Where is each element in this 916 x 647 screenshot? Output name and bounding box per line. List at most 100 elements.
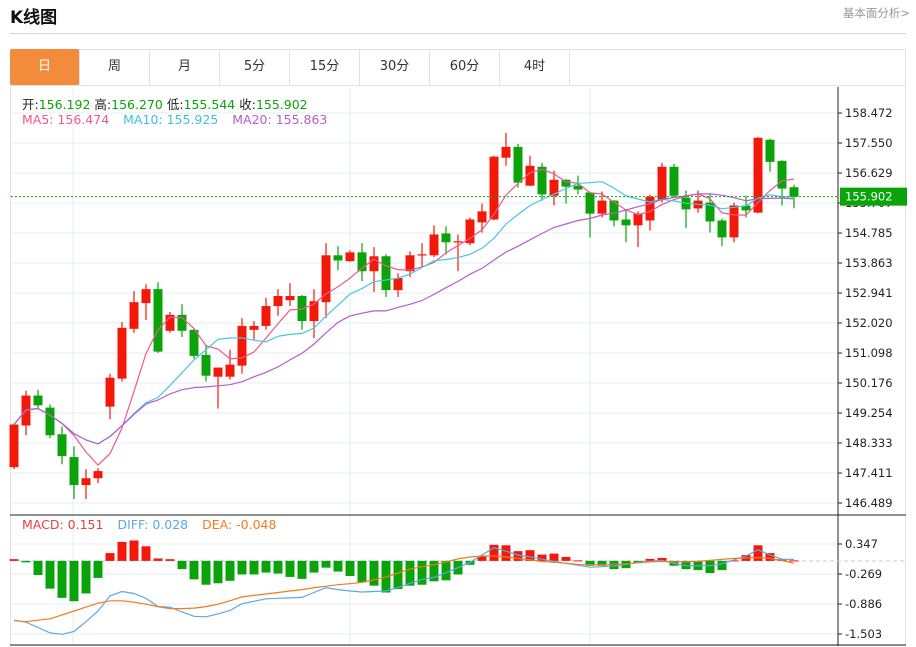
macd-bar [105, 553, 115, 561]
candle [633, 211, 643, 248]
candle [93, 468, 103, 484]
candle-body [321, 255, 331, 303]
macd-value: MACD: 0.151 [22, 517, 104, 532]
macd-bar [189, 560, 199, 580]
candle [465, 217, 475, 246]
macd-bar [93, 560, 103, 578]
candle-body [213, 367, 223, 377]
ma-readout: MA5: 156.474 MA10: 155.925 MA20: 155.863 [22, 112, 327, 127]
candle [105, 373, 115, 420]
macd-bar [333, 560, 343, 572]
macd-bar [309, 560, 319, 573]
candle-body [561, 179, 571, 187]
high-label: 高: [94, 97, 112, 112]
candle [141, 284, 151, 321]
candle-body [153, 289, 163, 352]
dea-value: DEA: -0.048 [202, 517, 277, 532]
candle [261, 297, 271, 330]
open-value: 156.192 [38, 97, 91, 112]
candle-body [9, 424, 19, 468]
candle [249, 321, 259, 340]
candle [501, 132, 511, 166]
y-tick-label: 147.411 [845, 466, 893, 480]
candle-body [105, 377, 115, 407]
macd-bar [69, 560, 79, 602]
macd-bar [789, 560, 799, 562]
close-label: 收: [239, 97, 256, 112]
candle-body [69, 457, 79, 486]
candle-body [549, 179, 559, 196]
macd-bar [417, 560, 427, 585]
macd-bar [81, 560, 91, 594]
candle [441, 226, 451, 255]
macd-tick-label: -1.503 [845, 627, 882, 641]
candle-body [93, 471, 103, 479]
candle [705, 194, 715, 233]
macd-bar [369, 560, 379, 586]
candle [381, 254, 391, 297]
candle-body [765, 139, 775, 162]
macd-bar [345, 560, 355, 576]
macd-tick-label: 0.347 [845, 537, 878, 551]
macd-bar [177, 560, 187, 570]
macd-bar [753, 545, 763, 561]
candle [405, 251, 415, 278]
candle-body [429, 234, 439, 256]
candle [765, 138, 775, 172]
candle-body [645, 196, 655, 221]
ma10-value: MA10: 155.925 [123, 112, 219, 127]
candle [129, 291, 139, 333]
candle-body [513, 146, 523, 183]
candle-body [129, 302, 139, 329]
macd-bar [33, 560, 43, 575]
candle [621, 209, 631, 243]
candle-body [57, 434, 67, 457]
candle-body [597, 200, 607, 214]
candle [489, 155, 499, 221]
macd-bar [249, 560, 259, 575]
candle [297, 294, 307, 330]
macd-tick-label: -0.886 [845, 597, 882, 611]
macd-bar [57, 560, 67, 598]
macd-bar [273, 560, 283, 574]
candle [33, 389, 43, 409]
candle [69, 446, 79, 500]
macd-bar [573, 560, 583, 562]
candle-body [261, 306, 271, 326]
macd-bar [141, 546, 151, 561]
high-value: 156.270 [111, 97, 163, 112]
candle-body [501, 146, 511, 158]
candle [477, 203, 487, 233]
candle [369, 247, 379, 293]
candle-body [669, 166, 679, 196]
candle-body [585, 192, 595, 214]
macd-bar [393, 560, 403, 590]
macd-bar [441, 560, 451, 581]
candle [237, 318, 247, 374]
macd-readout: MACD: 0.151 DIFF: 0.028 DEA: -0.048 [22, 517, 276, 532]
candle [345, 250, 355, 262]
candle-body [453, 241, 463, 243]
candle-body [33, 395, 43, 406]
macd-bar [21, 560, 31, 563]
candle-body [225, 364, 235, 377]
y-tick-label: 151.098 [845, 346, 893, 360]
candle-body [417, 254, 427, 256]
candle [57, 426, 67, 465]
candle [213, 367, 223, 409]
candle [729, 202, 739, 243]
macd-bar [45, 560, 55, 589]
candle [357, 243, 367, 282]
candle [153, 282, 163, 353]
current-price-label: 155.902 [845, 190, 893, 204]
candle-body [753, 137, 763, 213]
y-tick-label: 149.254 [845, 406, 893, 420]
candle-body [789, 187, 799, 197]
macd-bar [501, 545, 511, 561]
candle [585, 191, 595, 238]
low-label: 低: [166, 97, 184, 112]
macd-bar [225, 560, 235, 581]
candle-body [717, 220, 727, 238]
candle-body [81, 478, 91, 486]
candle [453, 234, 463, 272]
